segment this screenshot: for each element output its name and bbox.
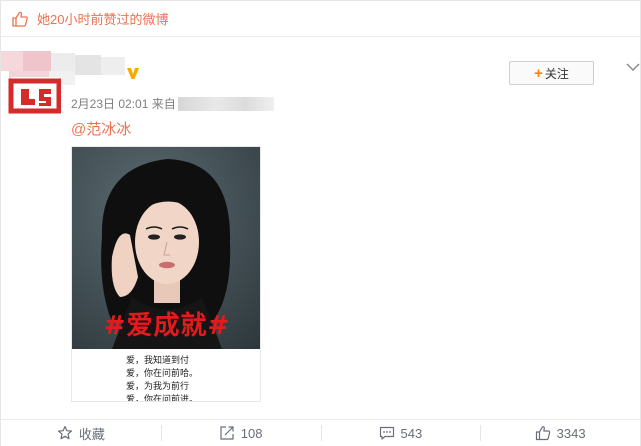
favorite-label: 收藏 — [78, 426, 105, 442]
comment-icon — [379, 426, 394, 440]
avatar[interactable] — [5, 51, 61, 115]
hashtag-text: #爱成就# — [103, 311, 231, 341]
liked-banner-text: 她20小时前赞过的微博 — [37, 12, 169, 27]
like-button[interactable]: 3343 — [480, 420, 640, 446]
poem-text: 爱，我知道到付 爱，你在问前哈。 爱，为我为前行 爱，你在问前进。 — [126, 355, 199, 402]
comment-button[interactable]: 543 — [320, 420, 481, 446]
mention-link[interactable]: @范冰冰 — [71, 118, 131, 139]
share-count: 108 — [240, 425, 263, 441]
share-icon — [220, 426, 234, 440]
follow-button-label: 关注 — [544, 66, 569, 81]
action-bar: 收藏 108 543 3343 — [1, 419, 640, 446]
star-icon — [57, 425, 72, 440]
like-count: 3343 — [556, 425, 586, 441]
comment-count: 543 — [400, 425, 423, 441]
liked-banner: 她20小时前赞过的微博 — [1, 1, 640, 37]
verified-v-icon — [127, 68, 139, 79]
like-icon — [535, 426, 550, 441]
post-image[interactable]: #爱成就# 爱，我知道到付 爱，你在问前哈。 爱，为我为前行 爱，你在问前进。 — [71, 146, 261, 402]
poem-line: 爱，为我为前行 — [126, 382, 190, 392]
source-blurred — [177, 96, 274, 111]
share-button[interactable]: 108 — [160, 420, 321, 446]
weibo-card: 她20小时前赞过的微博 + 关注 2月23日 02:01 来自 @范冰冰 #爱成… — [0, 0, 641, 446]
poem-line: 爱，你在问前哈。 — [126, 369, 199, 379]
follow-button[interactable]: + 关注 — [509, 61, 594, 85]
poem-line: 爱，我知道到付 — [126, 356, 190, 366]
poem-line: 爱，你在问前进。 — [126, 395, 199, 402]
chevron-down-icon[interactable] — [625, 59, 641, 75]
post-time-text: 2月23日 02:01 来自 — [71, 97, 176, 111]
portrait-photo: #爱成就# — [72, 147, 260, 349]
plus-icon: + — [534, 64, 543, 82]
favorite-button[interactable]: 收藏 — [1, 420, 161, 446]
thumbs-up-icon — [12, 11, 28, 27]
post-timestamp: 2月23日 02:01 来自 — [71, 95, 274, 112]
